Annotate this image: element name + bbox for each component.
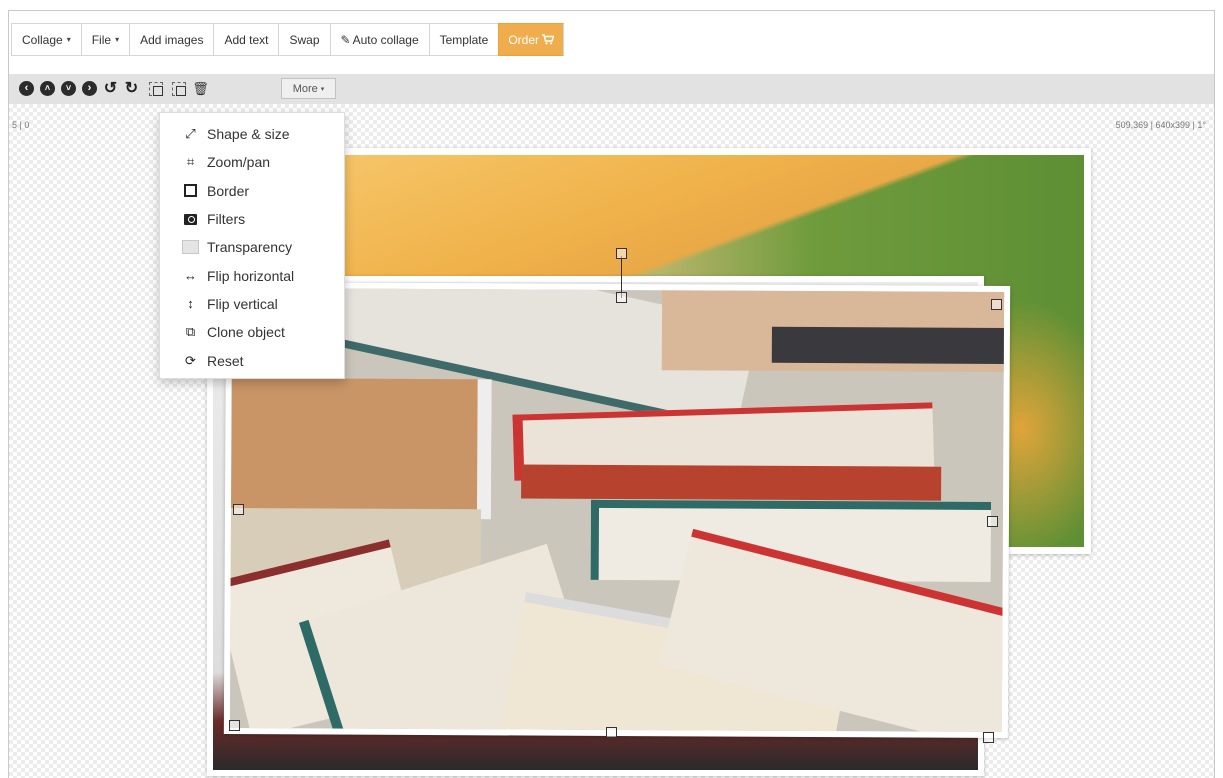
template-label: Template [439,32,489,47]
menu-item-clone-object[interactable]: ⧉ Clone object [160,318,344,346]
caret-down-icon: ▾ [115,35,120,44]
arrow-right-icon[interactable]: › [81,80,98,97]
menu-item-label: Flip vertical [207,295,278,312]
more-button[interactable]: More ▾ [281,78,336,99]
order-label: Order [508,32,540,47]
menu-item-filters[interactable]: Filters [160,205,344,233]
selection-info-readout: 509,369 | 640x399 | 1° [1115,120,1206,130]
clone-icon: ⧉ [185,324,196,340]
resize-handle-top[interactable] [616,292,627,303]
magic-wand-icon: ✎ [340,32,351,47]
caret-down-icon: ▾ [320,85,325,93]
collage-editor: Collage ▾ File ▾ Add images Add text Swa… [8,10,1215,778]
menu-item-label: Flip horizontal [207,267,295,284]
file-menu-button[interactable]: File ▾ [80,23,130,56]
menu-item-label: Border [207,182,250,199]
arrow-left-icon[interactable]: ‹ [18,80,35,97]
cart-icon [542,34,555,45]
menu-item-reset[interactable]: ⟳ Reset [160,346,344,374]
file-menu-label: File [91,32,112,47]
refresh-icon: ⟳ [185,352,196,368]
menu-item-label: Zoom/pan [207,154,271,171]
auto-collage-label: Auto collage [352,32,419,47]
trash-icon[interactable]: 🗑 [192,80,209,97]
collage-menu-label: Collage [22,32,63,47]
more-label: More [292,82,318,95]
menu-item-label: Shape & size [207,126,290,143]
menu-item-zoom-pan[interactable]: ⌗ Zoom/pan [160,148,344,176]
add-text-label: Add text [224,32,269,47]
rotate-right-icon[interactable]: ↻ [123,80,140,97]
menu-item-transparency[interactable]: Transparency [160,233,344,261]
add-text-button[interactable]: Add text [213,23,279,56]
resize-handle-bottom-left[interactable] [229,720,240,731]
auto-collage-button[interactable]: ✎ Auto collage [329,23,429,56]
resize-handle-bottom-right[interactable] [983,732,994,743]
arrow-down-icon[interactable]: ˅ [60,80,77,97]
resize-handle-bottom[interactable] [606,727,617,738]
transparency-icon [182,240,199,255]
resize-icon: ⤢ [185,126,196,142]
swap-button[interactable]: Swap [278,23,330,56]
order-button[interactable]: Order [498,23,565,56]
bring-forward-icon[interactable] [147,80,164,97]
swap-label: Swap [289,32,320,47]
crop-icon: ⌗ [186,154,195,170]
object-toolbar: ‹ ˄ ˅ › ↺ ↻ 🗑 More ▾ [9,74,1214,104]
menu-item-label: Reset [207,352,244,369]
menu-item-flip-vertical[interactable]: ↕ Flip vertical [160,290,344,318]
arrow-up-icon[interactable]: ˄ [39,80,56,97]
add-images-label: Add images [140,32,204,47]
rotate-left-icon[interactable]: ↺ [102,80,119,97]
collage-menu-button[interactable]: Collage ▾ [11,23,81,56]
main-menubar: Collage ▾ File ▾ Add images Add text Swa… [11,23,565,56]
menu-item-label: Clone object [207,324,285,341]
menu-item-label: Filters [207,211,246,228]
menu-item-flip-horizontal[interactable]: ↔ Flip horizontal [160,261,344,289]
caret-down-icon: ▾ [66,35,71,44]
more-dropdown-menu: ⤢ Shape & size ⌗ Zoom/pan Border Filters… [159,112,345,379]
camera-icon [182,213,199,225]
border-icon [182,184,199,198]
resize-handle-left[interactable] [233,504,244,515]
add-images-button[interactable]: Add images [129,23,214,56]
resize-handle-top-right[interactable] [991,299,1002,310]
position-readout: 5 | 0 [12,120,30,130]
photo-books-image [229,287,1005,733]
flip-horizontal-icon: ↔ [184,268,197,284]
menu-item-label: Transparency [207,239,293,256]
menu-item-shape-size[interactable]: ⤢ Shape & size [160,120,344,148]
menu-item-border[interactable]: Border [160,177,344,205]
flip-vertical-icon: ↕ [187,296,194,312]
send-backward-icon[interactable] [170,80,187,97]
template-button[interactable]: Template [428,23,499,56]
rotate-handle[interactable] [616,248,627,259]
resize-handle-right[interactable] [987,516,998,527]
